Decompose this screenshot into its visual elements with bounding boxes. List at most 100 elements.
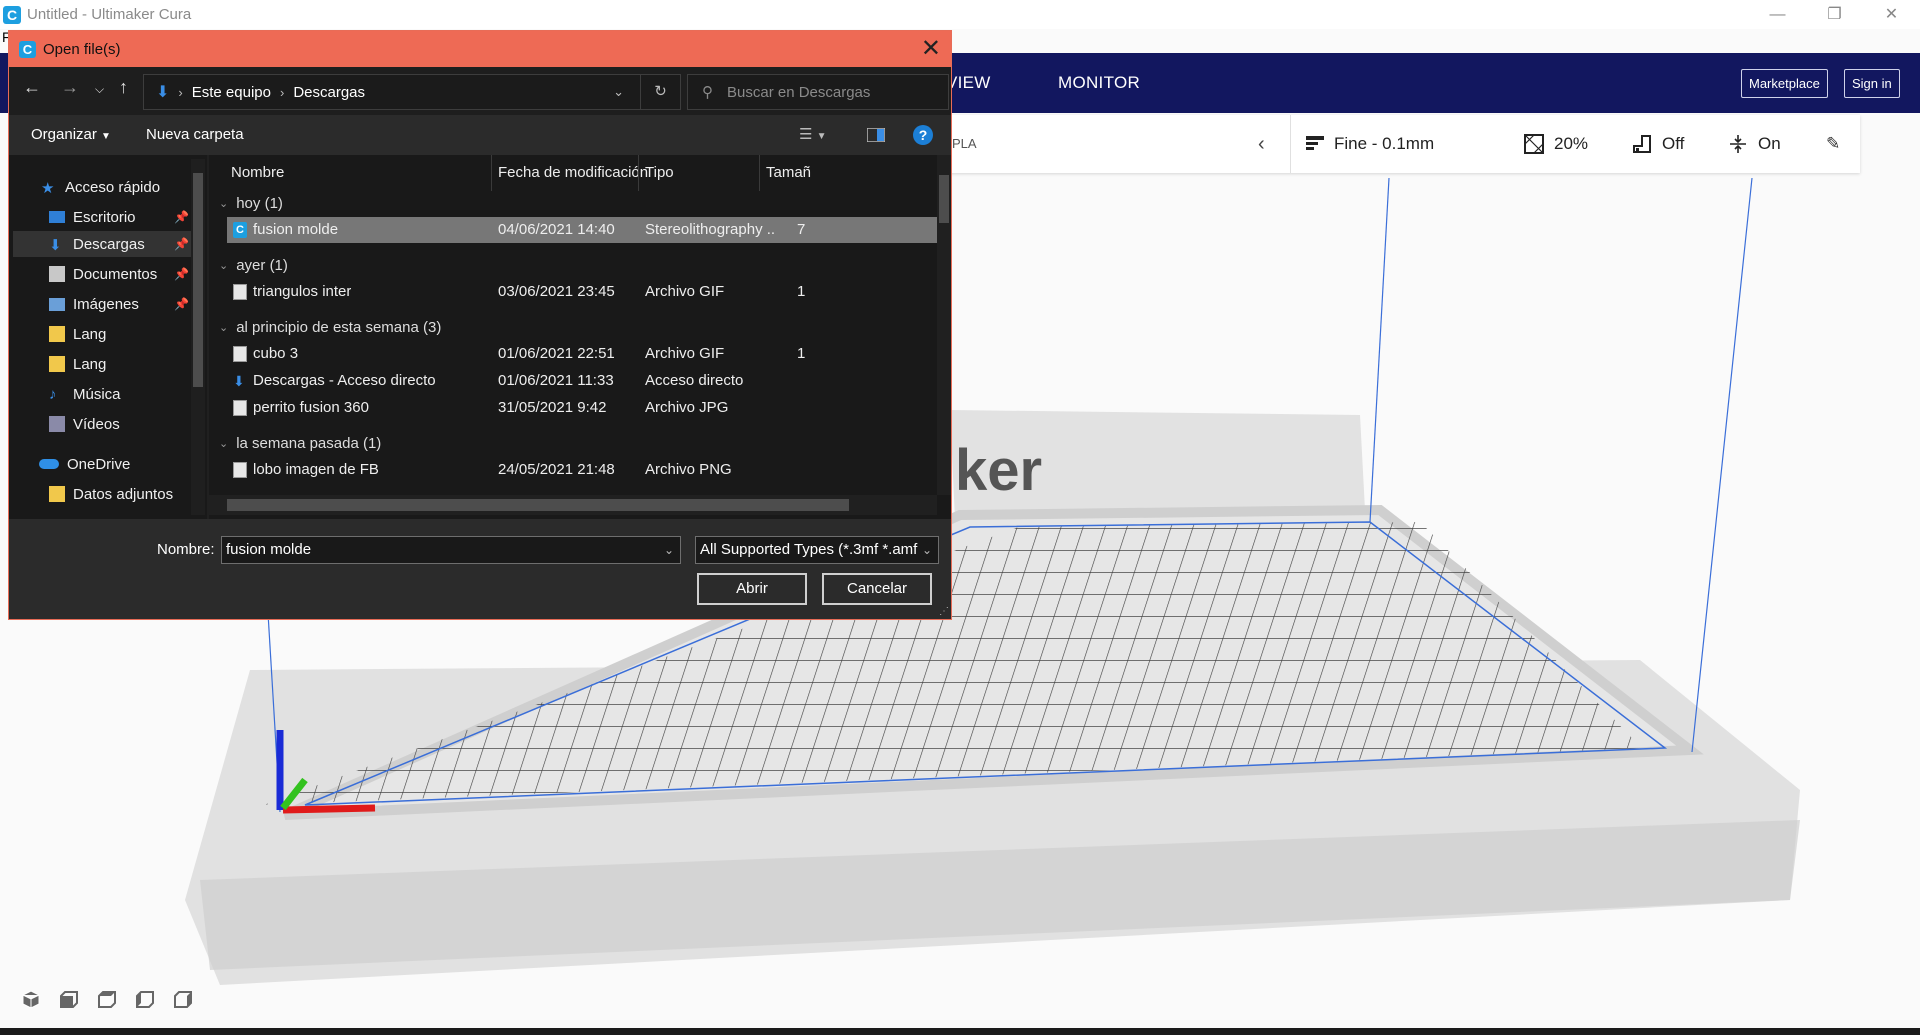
file-name: cubo 3 [253,345,299,362]
file-type: Archivo JPG [645,399,729,416]
new-folder-button[interactable]: Nueva carpeta [146,115,244,155]
nav-item-imagenes[interactable]: Imágenes [49,291,139,317]
view-top-icon[interactable] [96,988,118,1010]
window-controls: — ❐ ✕ [1749,0,1920,29]
infill-value: 20% [1554,134,1589,153]
file-size: 7 [797,221,806,238]
open-button[interactable]: Abrir [697,573,807,605]
filetype-dropdown-icon[interactable]: ⌄ [918,537,932,563]
signin-button[interactable]: Sign in [1844,69,1900,98]
column-fecha[interactable]: Fecha de modificación [498,155,648,191]
nav-item-quick-access[interactable]: ★ Acceso rápido [41,174,160,200]
infill-setting[interactable]: 20% [1524,115,1588,173]
nav-item-onedrive[interactable]: OneDrive [39,451,130,477]
marketplace-button[interactable]: Marketplace [1741,69,1828,98]
adhesion-setting[interactable]: On [1728,115,1781,173]
address-bar[interactable]: ⬇ › Este equipo › Descargas ⌄ ↻ [143,74,681,110]
group-header-principio-semana[interactable]: ⌄ al principio de esta semana (3) [219,315,441,339]
breadcrumb-este-equipo[interactable]: Este equipo [192,84,271,101]
nav-label: Música [73,385,121,403]
pin-icon[interactable]: 📌 [174,297,189,311]
file-list: Nombre Fecha de modificación Tipo Tamañ … [209,155,951,519]
view-options-icon[interactable]: ☰ ▼ [799,115,827,157]
refresh-icon[interactable]: ↻ [640,75,680,109]
file-list-horizontal-thumb[interactable] [227,499,849,511]
column-tamano[interactable]: Tamañ [766,155,811,191]
breadcrumb-descargas[interactable]: Descargas [293,84,365,101]
group-label: al principio de esta semana (3) [236,318,442,336]
file-name: lobo imagen de FB [253,461,379,478]
app-title: Untitled - Ultimaker Cura [27,6,192,23]
file-name: fusion molde [253,221,339,238]
view-left-icon[interactable] [134,988,156,1010]
file-row-cubo-3[interactable]: cubo 3 01/06/2021 22:51 Archivo GIF 1 [227,341,939,367]
nav-scrollbar-thumb[interactable] [193,173,203,387]
filename-input[interactable]: fusion molde ⌄ [221,536,681,564]
nav-item-lang[interactable]: Lang [49,351,106,377]
view-3d-icon[interactable] [20,988,42,1010]
star-icon: ★ [41,180,55,197]
image-icon [49,297,65,311]
close-icon[interactable]: ✕ [1863,0,1920,29]
pin-icon[interactable]: 📌 [174,210,189,224]
nav-monitor[interactable]: MONITOR [1058,53,1140,113]
pin-icon[interactable]: 📌 [174,237,189,251]
group-header-semana-pasada[interactable]: ⌄ la semana pasada (1) [219,431,381,455]
nav-scrollbar[interactable] [191,159,205,515]
file-row-perrito-fusion-360[interactable]: perrito fusion 360 31/05/2021 9:42 Archi… [227,395,939,421]
file-row-lobo-imagen-fb[interactable]: lobo imagen de FB 24/05/2021 21:48 Archi… [227,457,939,483]
cancel-button[interactable]: Cancelar [822,573,932,605]
minimize-icon[interactable]: — [1749,0,1806,29]
file-list-vertical-scrollbar[interactable] [937,155,951,495]
group-header-ayer[interactable]: ⌄ ayer (1) [219,253,288,277]
organize-button[interactable]: Organizar ▼ [31,115,111,157]
chevron-left-icon[interactable]: ‹ [1258,115,1265,173]
nav-label: Descargas [73,235,145,253]
file-name: perrito fusion 360 [253,399,369,416]
filetype-value: All Supported Types (*.3mf *.amf [700,541,918,558]
organize-label: Organizar [31,126,97,143]
group-header-hoy[interactable]: ⌄ hoy (1) [219,191,283,215]
back-arrow-icon[interactable]: ← [23,77,41,98]
forward-arrow-icon[interactable]: → [61,77,79,98]
filename-dropdown-icon[interactable]: ⌄ [664,537,674,563]
dialog-close-icon[interactable]: ✕ [921,35,941,63]
nav-view[interactable]: VIEW [946,53,991,113]
chevron-down-icon: ⌄ [219,437,229,450]
preview-pane-icon[interactable] [866,115,886,155]
pencil-icon[interactable]: ✎ [1826,115,1840,173]
restore-icon[interactable]: ❐ [1806,0,1863,29]
resize-grip-icon[interactable]: ⋰ [939,606,949,617]
nav-item-escritorio[interactable]: Escritorio [49,204,136,230]
column-tipo[interactable]: Tipo [645,155,674,191]
nav-label: Lang [73,355,107,373]
recent-chevron-down-icon[interactable]: ⌵ [95,82,104,97]
filetype-select[interactable]: All Supported Types (*.3mf *.amf ⌄ [695,536,939,564]
address-dropdown-icon[interactable]: ⌄ [613,75,624,109]
view-right-icon[interactable] [172,988,194,1010]
help-icon[interactable]: ? [913,125,933,145]
profile-selector[interactable]: Fine - 0.1mm [1306,115,1434,173]
search-placeholder: Buscar en Descargas [727,83,871,101]
nav-item-musica[interactable]: ♪ Música [49,381,121,407]
file-row-triangulos-inter[interactable]: triangulos inter 03/06/2021 23:45 Archiv… [227,279,939,305]
cura-logo-icon: C [3,5,21,24]
nav-item-documentos[interactable]: Documentos [49,261,157,287]
file-list-vertical-thumb[interactable] [939,175,949,223]
up-arrow-icon[interactable]: ↑ [119,77,128,98]
support-setting[interactable]: Off [1632,115,1684,173]
file-row-descargas-acceso-directo[interactable]: ⬇ Descargas - Acceso directo 01/06/2021 … [227,368,939,394]
view-front-icon[interactable] [58,988,80,1010]
taskbar-strip [0,1028,1920,1035]
file-row-fusion-molde[interactable]: C fusion molde 04/06/2021 14:40 Stereoli… [227,217,939,243]
pin-icon[interactable]: 📌 [174,267,189,281]
nav-item-datos-adjuntos[interactable]: Datos adjuntos [49,481,173,507]
nav-item-lang[interactable]: Lang [49,321,106,347]
column-nombre[interactable]: Nombre [231,155,284,191]
shortcut-icon: ⬇ [233,373,245,389]
file-list-horizontal-scrollbar[interactable] [209,495,937,515]
search-box[interactable]: ⚲ Buscar en Descargas [687,74,949,110]
profile-icon [1306,136,1324,150]
nav-item-descargas[interactable]: ⬇ Descargas [49,231,145,257]
nav-item-videos[interactable]: Vídeos [49,411,120,437]
